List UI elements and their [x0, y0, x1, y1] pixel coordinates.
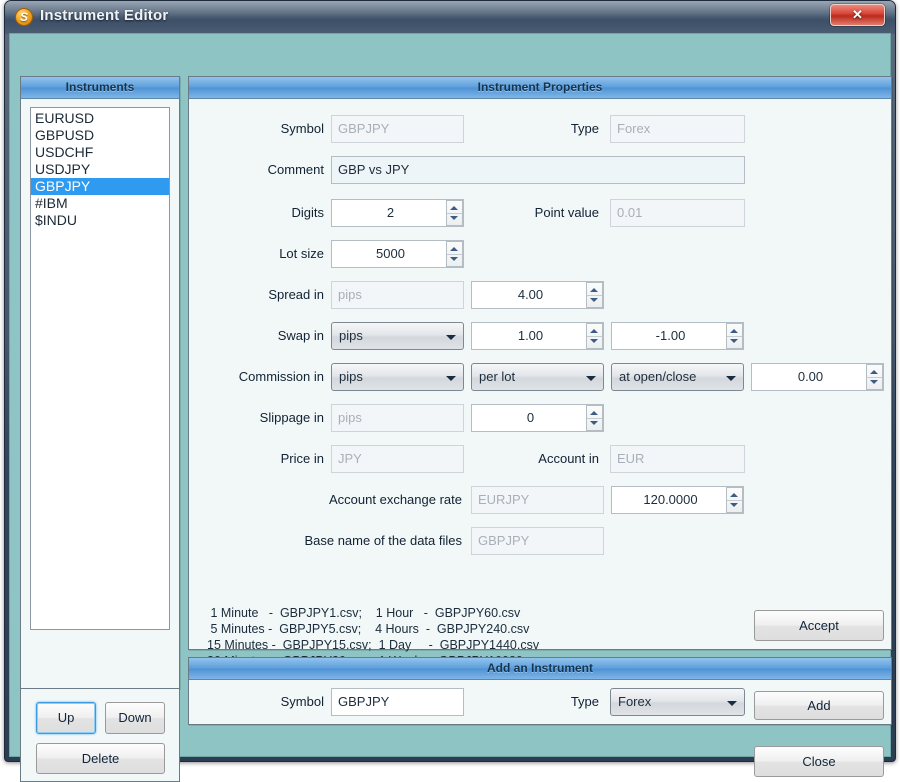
- base-name-label: Base name of the data files: [304, 533, 462, 548]
- digits-spinner[interactable]: [446, 200, 463, 226]
- swap-unit-value: pips: [339, 328, 363, 343]
- add-type-value: Forex: [618, 694, 652, 709]
- lot-size-spinner[interactable]: [446, 241, 463, 267]
- chevron-down-icon: [726, 376, 736, 381]
- commission-spinner[interactable]: [866, 364, 883, 390]
- slippage-spinner[interactable]: [586, 405, 603, 431]
- swap-long-spinner[interactable]: [586, 323, 603, 349]
- spread-unit-field[interactable]: pips: [331, 281, 464, 309]
- lot-size-field[interactable]: 5000: [331, 240, 464, 268]
- digits-label: Digits: [291, 205, 324, 220]
- commission-basis-value: per lot: [479, 369, 516, 384]
- swap-short-spinner[interactable]: [726, 323, 743, 349]
- commission-unit-value: pips: [339, 369, 363, 384]
- exchange-rate-label: Account exchange rate: [329, 492, 462, 507]
- swap-short-field[interactable]: -1.00: [611, 322, 744, 350]
- data-file-line: 15 Minutes - GBPJPY15.csv; 1 Day - GBPJP…: [207, 638, 540, 652]
- chevron-down-icon: [586, 376, 596, 381]
- price-in-field[interactable]: JPY: [331, 445, 464, 473]
- move-up-button[interactable]: Up: [36, 702, 96, 734]
- list-item[interactable]: $INDU: [31, 212, 169, 229]
- type-label: Type: [570, 121, 599, 136]
- chevron-down-icon: [446, 376, 456, 381]
- delete-instrument-button[interactable]: Delete: [36, 743, 165, 774]
- data-file-line: 1 Minute - GBPJPY1.csv; 1 Hour - GBPJPY6…: [207, 606, 521, 620]
- swap-long-field[interactable]: 1.00: [471, 322, 604, 350]
- exchange-rate-pair-field[interactable]: EURJPY: [471, 486, 604, 514]
- spread-value-field[interactable]: 4.00: [471, 281, 604, 309]
- chevron-down-icon: [727, 701, 737, 706]
- account-in-field[interactable]: EUR: [610, 445, 745, 473]
- spread-spinner[interactable]: [586, 282, 603, 308]
- instrument-editor-window: S Instrument Editor ✕ Instruments EURUSD…: [4, 0, 896, 782]
- close-dialog-button[interactable]: Close: [754, 746, 884, 777]
- instrument-properties-panel: Instrument Properties Symbol GBPJPY Type…: [188, 76, 892, 668]
- add-type-combo[interactable]: Forex: [610, 688, 745, 716]
- window-title: Instrument Editor: [40, 7, 169, 24]
- add-symbol-label: Symbol: [280, 694, 324, 709]
- data-file-line: 5 Minutes - GBPJPY5.csv; 4 Hours - GBPJP…: [207, 622, 530, 636]
- swap-unit-combo[interactable]: pips: [331, 322, 464, 350]
- list-item[interactable]: GBPUSD: [31, 127, 169, 144]
- slippage-value-field[interactable]: 0: [471, 404, 604, 432]
- instruments-panel-header: Instruments: [21, 77, 179, 99]
- list-item[interactable]: GBPJPY: [31, 178, 169, 195]
- point-value-label: Point value: [534, 205, 599, 220]
- type-field[interactable]: Forex: [610, 115, 745, 143]
- add-instrument-header: Add an Instrument: [189, 658, 891, 680]
- base-name-field[interactable]: GBPJPY: [471, 527, 604, 555]
- add-instrument-button[interactable]: Add: [754, 691, 884, 720]
- slippage-label: Slippage in: [259, 410, 324, 425]
- move-down-button[interactable]: Down: [105, 702, 165, 734]
- window-close-icon[interactable]: ✕: [830, 4, 885, 26]
- account-in-label: Account in: [538, 451, 599, 466]
- commission-when-combo[interactable]: at open/close: [611, 363, 744, 391]
- exchange-rate-spinner[interactable]: [726, 487, 743, 513]
- chevron-down-icon: [446, 335, 456, 340]
- list-item[interactable]: EURUSD: [31, 110, 169, 127]
- dialog-client-area: Instruments EURUSD GBPUSD USDCHF USDJPY GBPJ…: [9, 33, 892, 782]
- commission-when-value: at open/close: [619, 369, 697, 384]
- commission-basis-combo[interactable]: per lot: [471, 363, 604, 391]
- symbol-field[interactable]: GBPJPY: [331, 115, 464, 143]
- add-symbol-field[interactable]: GBPJPY: [331, 688, 464, 716]
- swap-label: Swap in: [277, 328, 324, 343]
- list-item[interactable]: USDCHF: [31, 144, 169, 161]
- title-bar: S Instrument Editor ✕: [5, 1, 895, 34]
- comment-field[interactable]: GBP vs JPY: [331, 156, 745, 184]
- digits-field[interactable]: 2: [331, 199, 464, 227]
- list-item[interactable]: USDJPY: [31, 161, 169, 178]
- symbol-label: Symbol: [280, 121, 324, 136]
- commission-unit-combo[interactable]: pips: [331, 363, 464, 391]
- add-type-label: Type: [570, 694, 599, 709]
- lot-size-label: Lot size: [279, 246, 324, 261]
- slippage-unit-field[interactable]: pips: [331, 404, 464, 432]
- spread-label: Spread in: [268, 287, 324, 302]
- accept-button[interactable]: Accept: [754, 610, 884, 641]
- app-logo-s-icon: S: [15, 8, 33, 26]
- commission-label: Commission in: [238, 369, 324, 384]
- commission-value-field[interactable]: 0.00: [751, 363, 884, 391]
- list-item[interactable]: #IBM: [31, 195, 169, 212]
- comment-label: Comment: [267, 162, 324, 177]
- instruments-listbox[interactable]: EURUSD GBPUSD USDCHF USDJPY GBPJPY #IBM $INDU: [30, 107, 170, 630]
- price-in-label: Price in: [280, 451, 324, 466]
- instrument-properties-header: Instrument Properties: [189, 77, 891, 99]
- exchange-rate-value-field[interactable]: 120.0000: [611, 486, 744, 514]
- instruments-panel: Instruments EURUSD GBPUSD USDCHF USDJPY GBPJ…: [20, 76, 180, 689]
- point-value-field[interactable]: 0.01: [610, 199, 745, 227]
